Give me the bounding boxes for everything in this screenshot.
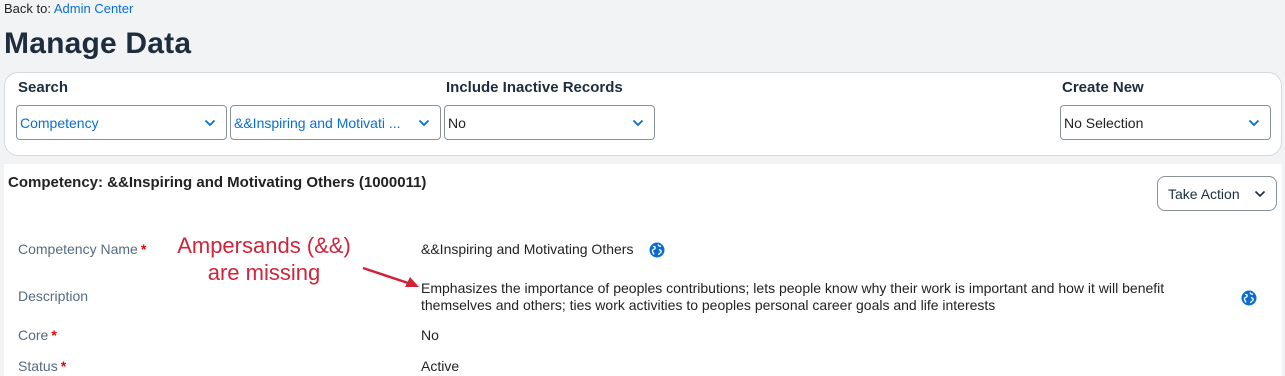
chevron-down-icon [416,115,432,131]
competency-name-label: Competency Name * [18,241,146,257]
description-label: Description [18,288,88,304]
page-title: Manage Data [4,27,192,60]
competency-name-value: &&Inspiring and Motivating Others [421,241,634,257]
description-label-text: Description [18,288,89,304]
annotation-line-1: Ampersands (&&) [177,233,351,258]
create-new-value: No Selection [1064,114,1144,131]
back-prefix: Back to: [4,1,51,16]
record-title: Competency: &&Inspiring and Motivating O… [8,174,427,191]
annotation-line-2: are missing [207,260,321,285]
globe-icon[interactable] [1241,290,1257,306]
include-inactive-label: Include Inactive Records [446,79,623,96]
take-action-button[interactable]: Take Action [1157,176,1277,211]
required-mark: * [51,327,57,343]
description-value: Emphasizes the importance of peoples con… [421,280,1165,313]
status-label-text: Status [18,358,58,374]
record-panel: Competency: &&Inspiring and Motivating O… [4,164,1282,376]
arrow-annotation [362,266,419,287]
back-nav: Back to: Admin Center [4,1,133,16]
chevron-down-icon [202,115,218,131]
search-label: Search [18,79,69,96]
status-label: Status * [18,358,66,374]
required-mark: * [140,241,147,257]
required-mark: * [60,358,67,374]
competency-name-label-text: Competency Name [18,241,138,257]
core-value: No [421,327,439,343]
admin-center-link[interactable]: Admin Center [54,1,133,16]
take-action-label: Take Action [1168,185,1240,202]
status-value: Active [421,358,460,374]
record-value: &&Inspiring and Motivati ... [234,114,401,131]
chevron-down-icon [630,115,646,131]
object-type-select[interactable]: Competency [16,105,227,140]
chevron-down-icon [1246,115,1262,131]
search-panel: Search Include Inactive Records Create N… [4,72,1282,156]
include-inactive-value: No [448,114,466,131]
include-inactive-select[interactable]: No [444,105,655,140]
annotation-note: Ampersands (&&) are missing [164,232,364,286]
object-type-value: Competency [20,114,99,131]
chevron-down-icon [1254,190,1266,197]
create-new-label: Create New [1062,79,1144,96]
record-select[interactable]: &&Inspiring and Motivati ... [230,105,441,140]
core-label: Core * [18,327,57,343]
globe-icon[interactable] [649,242,665,258]
core-label-text: Core [18,327,49,343]
create-new-select[interactable]: No Selection [1060,105,1271,140]
